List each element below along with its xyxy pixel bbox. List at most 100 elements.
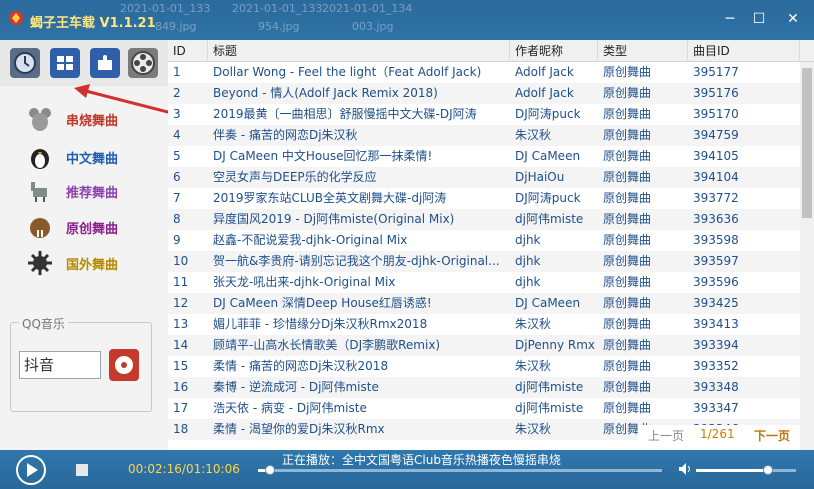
- volume-knob[interactable]: [763, 465, 773, 475]
- table-cell-id: 16: [173, 380, 189, 394]
- table-cell-author: Adolf Jack: [515, 65, 574, 79]
- table-row[interactable]: 10 贺一航&李贵府-请别忘记我这个朋友-djhk-Original... djhk…: [168, 251, 800, 272]
- table-cell-id: 14: [173, 338, 189, 352]
- clock-icon[interactable]: [10, 48, 40, 78]
- table-cell-id: 11: [173, 275, 189, 289]
- table-cell-type: 原创舞曲: [603, 107, 652, 121]
- table-cell-title: DJ CaMeen 中文House回忆那一抹柔情!: [213, 149, 433, 163]
- column-header-id[interactable]: ID: [168, 40, 208, 62]
- table-cell-song-id: 393352: [693, 359, 739, 373]
- puzzle-icon[interactable]: [90, 48, 120, 78]
- table-cell-author: dj阿伟miste: [515, 380, 584, 394]
- table-cell-title: Beyond - 情人(Adolf Jack Remix 2018): [213, 86, 438, 100]
- next-page-link[interactable]: 下一页: [754, 427, 790, 444]
- table-cell-id: 15: [173, 359, 189, 373]
- table-cell-id: 17: [173, 401, 189, 415]
- table-row[interactable]: 5 DJ CaMeen 中文House回忆那一抹柔情! DJ CaMeen 原创舞曲 3…: [168, 146, 800, 167]
- table-cell-title: 伴奏 - 痛苦的网恋Dj朱汉秋: [213, 128, 358, 142]
- qq-music-legend: QQ音乐: [19, 315, 68, 332]
- table-row[interactable]: 9 赵鑫-不配说爱我-djhk-Original Mix djhk 原创舞曲 39359…: [168, 230, 800, 251]
- progress-bar[interactable]: [258, 465, 662, 475]
- table-row[interactable]: 4 伴奏 - 痛苦的网恋Dj朱汉秋 朱汉秋 原创舞曲 394759: [168, 125, 800, 146]
- volume-fill: [696, 469, 768, 472]
- table-row[interactable]: 7 2019罗家东站CLUB全英文剧舞大碟-dj阿涛 DJ阿涛puck 原创舞曲 393…: [168, 188, 800, 209]
- table-row[interactable]: 14 顾靖平-山高水长情歌美（DJ李鹏歌Remix) DjPenny Rmx 原创舞曲…: [168, 335, 800, 356]
- table-cell-author: DjPenny Rmx: [515, 338, 596, 352]
- table-cell-author: 朱汉秋: [515, 317, 552, 331]
- scrollbar-thumb[interactable]: [802, 68, 812, 218]
- qq-search-button[interactable]: [109, 349, 139, 381]
- prev-page-link[interactable]: 上一页: [648, 427, 684, 444]
- maximize-button[interactable]: ☐: [744, 8, 774, 30]
- table-cell-song-id: 395176: [693, 86, 739, 100]
- progress-knob[interactable]: [265, 465, 276, 475]
- play-button[interactable]: [16, 455, 46, 485]
- table-cell-type: 原创舞曲: [603, 296, 652, 310]
- volume-slider[interactable]: [696, 465, 796, 475]
- table-cell-type: 原创舞曲: [603, 338, 652, 352]
- table-cell-id: 1: [173, 65, 181, 79]
- table-row[interactable]: 17 浩天依 - 病变 - Dj阿伟miste dj阿伟miste 原创舞曲 39334…: [168, 398, 800, 419]
- title-bar: 2021-01-01_133 2021-01-01_133 2021-01-01…: [0, 0, 814, 40]
- top-icon-bar: [0, 40, 168, 86]
- qq-music-group: QQ音乐 抖音: [10, 315, 152, 412]
- column-header-song-id[interactable]: 曲目ID: [688, 40, 800, 62]
- table-cell-type: 原创舞曲: [603, 401, 652, 415]
- column-header-type[interactable]: 类型: [598, 40, 688, 62]
- column-header-title[interactable]: 标题: [208, 40, 510, 62]
- table-cell-title: 秦博 - 逆流成河 - Dj阿伟miste: [213, 380, 379, 394]
- volume-icon[interactable]: [678, 462, 692, 476]
- stop-button[interactable]: [76, 464, 88, 476]
- category-original[interactable]: 原创舞曲: [26, 212, 166, 242]
- close-button[interactable]: ✕: [778, 8, 808, 30]
- category-foreign[interactable]: 国外舞曲: [26, 248, 166, 278]
- table-row[interactable]: 12 DJ CaMeen 深情Deep House红唇诱惑! DJ CaMeen 原创…: [168, 293, 800, 314]
- table-row[interactable]: 11 张天龙-吼出来-djhk-Original Mix djhk 原创舞曲 39359…: [168, 272, 800, 293]
- table-row[interactable]: 6 空灵女声与DEEP乐的化学反应 DjHaiOu 原创舞曲 394104: [168, 167, 800, 188]
- gear-flower-icon: [26, 249, 54, 277]
- table-cell-song-id: 393636: [693, 212, 739, 226]
- table-cell-author: djhk: [515, 233, 541, 247]
- table-row[interactable]: 3 2019最黄〔一曲相思〕舒服慢摇中文大碟-DJ阿涛 DJ阿涛puck 原创舞曲 39…: [168, 104, 800, 125]
- category-label: 原创舞曲: [66, 221, 119, 237]
- table-cell-id: 18: [173, 422, 189, 436]
- table-cell-title: 顾靖平-山高水长情歌美（DJ李鹏歌Remix): [213, 338, 441, 352]
- table-cell-author: dj阿伟miste: [515, 401, 584, 415]
- table-row[interactable]: 8 异度国风2019 - Dj阿伟miste(Original Mix) dj阿伟m…: [168, 209, 800, 230]
- table-row[interactable]: 13 媚儿菲菲 - 珍惜缘分Dj朱汉秋Rmx2018 朱汉秋 原创舞曲 393413: [168, 314, 800, 335]
- table-cell-id: 5: [173, 149, 181, 163]
- category-medley[interactable]: 串烧舞曲: [26, 104, 166, 134]
- category-label: 串烧舞曲: [66, 113, 119, 129]
- walrus-icon: [26, 213, 54, 241]
- ghost-text: 2021-01-01_134: [322, 2, 413, 15]
- table-row[interactable]: 2 Beyond - 情人(Adolf Jack Remix 2018) Adolf…: [168, 83, 800, 104]
- table-row[interactable]: 16 秦博 - 逆流成河 - Dj阿伟miste dj阿伟miste 原创舞曲 3933…: [168, 377, 800, 398]
- table-cell-song-id: 395170: [693, 107, 739, 121]
- table-row[interactable]: 1 Dollar Wong - Feel the light（Feat Adolf…: [168, 62, 800, 83]
- table-cell-title: 赵鑫-不配说爱我-djhk-Original Mix: [213, 233, 408, 247]
- table-cell-title: 柔情 - 痛苦的网恋Dj朱汉秋2018: [213, 359, 389, 373]
- table-cell-title: 媚儿菲菲 - 珍惜缘分Dj朱汉秋Rmx2018: [213, 317, 428, 331]
- category-recommended[interactable]: 推荐舞曲: [26, 176, 166, 206]
- table-cell-author: Adolf Jack: [515, 86, 574, 100]
- table-cell-type: 原创舞曲: [603, 128, 652, 142]
- table-cell-type: 原创舞曲: [603, 170, 652, 184]
- table-cell-song-id: 393598: [693, 233, 739, 247]
- minimize-button[interactable]: ─: [715, 8, 745, 30]
- song-table: ID 标题 作者昵称 类型 曲目ID 1 Dollar Wong - Feel t…: [168, 40, 814, 450]
- table-cell-song-id: 395177: [693, 65, 739, 79]
- table-row[interactable]: 15 柔情 - 痛苦的网恋Dj朱汉秋2018 朱汉秋 原创舞曲 393352: [168, 356, 800, 377]
- table-cell-title: 贺一航&李贵府-请别忘记我这个朋友-djhk-Original...: [213, 254, 500, 268]
- table-cell-author: 朱汉秋: [515, 359, 552, 373]
- grid-icon[interactable]: [50, 48, 80, 78]
- table-scrollbar[interactable]: [800, 62, 814, 450]
- column-header-author[interactable]: 作者昵称: [510, 40, 598, 62]
- page-indicator: 1/261: [700, 427, 735, 441]
- table-cell-type: 原创舞曲: [603, 212, 652, 226]
- qq-search-input[interactable]: 抖音: [19, 351, 101, 379]
- table-cell-title: 2019最黄〔一曲相思〕舒服慢摇中文大碟-DJ阿涛: [213, 107, 477, 121]
- record-icon: [115, 356, 133, 374]
- ghost-text: 2021-01-01_133: [232, 2, 323, 15]
- film-reel-icon[interactable]: [128, 48, 158, 78]
- category-chinese[interactable]: 中文舞曲: [26, 142, 166, 172]
